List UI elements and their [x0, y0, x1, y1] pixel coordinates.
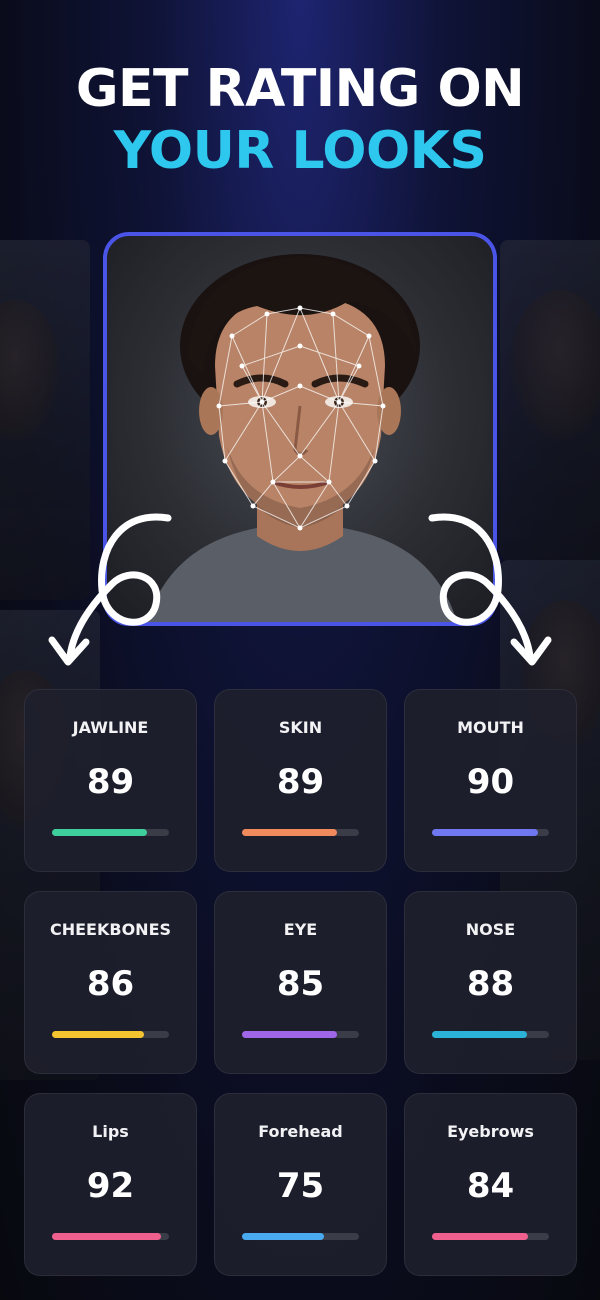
- rating-progress-bar: [242, 1233, 359, 1240]
- rating-progress-bar: [52, 829, 169, 836]
- rating-card: SKIN 89: [214, 689, 387, 872]
- rating-label: JAWLINE: [72, 718, 149, 737]
- rating-score: 88: [466, 964, 515, 1004]
- rating-card: Forehead 75: [214, 1093, 387, 1276]
- rating-score: 84: [466, 1166, 515, 1206]
- headline: GET RATING ON YOUR LOOKS: [0, 58, 600, 182]
- rating-card: CHEEKBONES 86: [24, 891, 197, 1074]
- rating-card: Lips 92: [24, 1093, 197, 1276]
- rating-score: 90: [466, 762, 515, 802]
- rating-progress-fill: [52, 1233, 161, 1240]
- rating-progress-bar: [242, 1031, 359, 1038]
- headline-line-2: YOUR LOOKS: [113, 121, 487, 181]
- rating-progress-bar: [242, 829, 359, 836]
- rating-score: 85: [276, 964, 325, 1004]
- rating-score: 89: [86, 762, 135, 802]
- rating-label: MOUTH: [457, 718, 524, 737]
- rating-card: NOSE 88: [404, 891, 577, 1074]
- rating-progress-fill: [242, 1233, 324, 1240]
- rating-card: EYE 85: [214, 891, 387, 1074]
- headline-line-1: GET RATING ON: [75, 59, 525, 119]
- rating-label: EYE: [283, 920, 318, 939]
- rating-label: CHEEKBONES: [49, 920, 172, 939]
- rating-label: NOSE: [465, 920, 516, 939]
- rating-score: 89: [276, 762, 325, 802]
- rating-progress-fill: [242, 1031, 337, 1038]
- rating-card: JAWLINE 89: [24, 689, 197, 872]
- rating-label: Eyebrows: [447, 1122, 534, 1141]
- rating-progress-bar: [432, 1031, 549, 1038]
- rating-progress-bar: [52, 1233, 169, 1240]
- rating-card: MOUTH 90: [404, 689, 577, 872]
- rating-label: Lips: [92, 1122, 129, 1141]
- rating-progress-bar: [432, 829, 549, 836]
- rating-card: Eyebrows 84: [404, 1093, 577, 1276]
- rating-progress-fill: [432, 1233, 528, 1240]
- curly-arrow-left-icon: [48, 513, 172, 666]
- rating-progress-bar: [432, 1233, 549, 1240]
- rating-score: 92: [86, 1166, 135, 1206]
- rating-score: 75: [276, 1166, 325, 1206]
- rating-progress-fill: [52, 1031, 145, 1038]
- rating-progress-fill: [432, 829, 539, 836]
- rating-score: 86: [86, 964, 135, 1004]
- rating-progress-fill: [432, 1031, 527, 1038]
- rating-label: Forehead: [258, 1122, 343, 1141]
- curly-arrow-right-icon: [428, 513, 552, 666]
- rating-progress-bar: [52, 1031, 169, 1038]
- ratings-grid: JAWLINE 89 SKIN 89 MOUTH 90 CHEEKBONES 86 EYE 85 N…: [24, 689, 577, 1276]
- rating-progress-fill: [52, 829, 147, 836]
- rating-label: SKIN: [278, 718, 323, 737]
- rating-progress-fill: [242, 829, 337, 836]
